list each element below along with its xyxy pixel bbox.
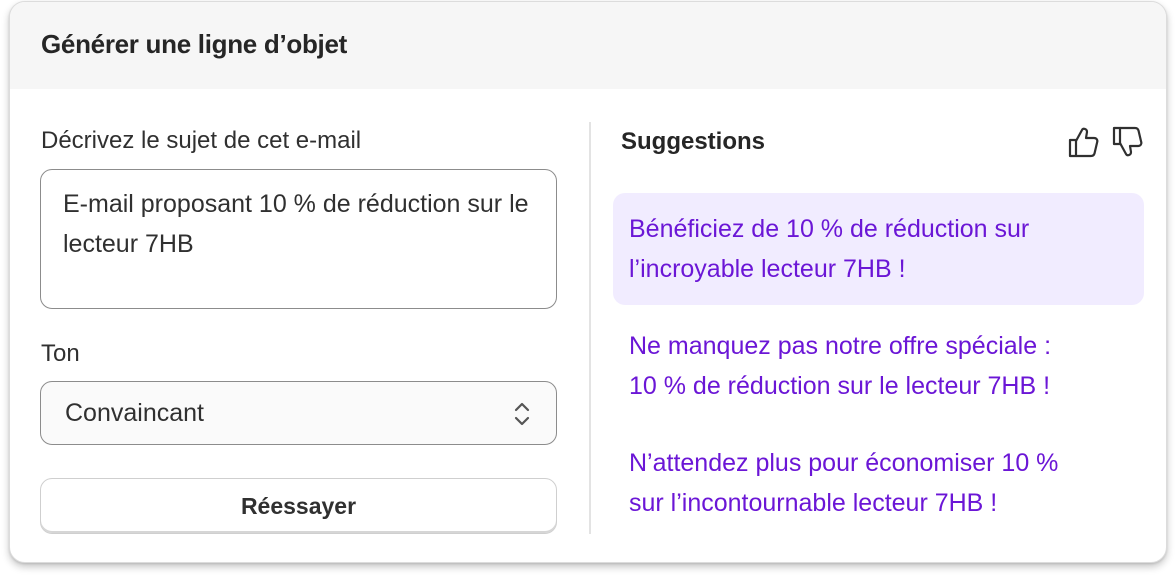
suggestion-line: Bénéficiez de 10 % de réduction sur <box>629 215 1030 243</box>
suggestion-line: Ne manquez pas notre offre spéciale : <box>629 332 1052 360</box>
tone-label: Ton <box>41 340 80 367</box>
subject-label: Décrivez le sujet de cet e-mail <box>41 127 362 154</box>
suggestions-title: Suggestions <box>621 128 766 155</box>
card-header: Générer une ligne d’objet <box>10 2 1166 89</box>
suggestion-item-3[interactable]: N’attendez plus pour économiser 10 % sur… <box>613 443 1144 523</box>
suggestion-item-2[interactable]: Ne manquez pas notre offre spéciale : 10… <box>613 326 1144 406</box>
retry-button[interactable]: Réessayer <box>40 478 557 534</box>
suggestion-line: l’incroyable lecteur 7HB ! <box>629 255 906 283</box>
subject-generator-card: Générer une ligne d’objet Décrivez le su… <box>9 1 1167 563</box>
thumbs-down-button[interactable] <box>1110 124 1144 160</box>
subject-input[interactable]: E-mail proposant 10 % de réduction sur l… <box>40 169 557 309</box>
column-divider <box>589 122 591 534</box>
card-title: Générer une ligne d’objet <box>41 29 347 59</box>
suggestion-line: 10 % de réduction sur le lecteur 7HB ! <box>629 372 1051 400</box>
thumbs-up-button[interactable] <box>1066 124 1100 160</box>
select-arrows-icon <box>514 402 530 426</box>
tone-select[interactable]: Convaincant <box>40 381 557 445</box>
suggestion-line: sur l’incontournable lecteur 7HB ! <box>629 489 998 517</box>
thumbs-down-icon <box>1112 126 1143 157</box>
suggestion-line: N’attendez plus pour économiser 10 % <box>629 449 1059 477</box>
tone-selected-value: Convaincant <box>65 399 204 427</box>
suggestion-item-1[interactable]: Bénéficiez de 10 % de réduction sur l’in… <box>613 193 1144 305</box>
thumbs-up-icon <box>1068 127 1099 158</box>
